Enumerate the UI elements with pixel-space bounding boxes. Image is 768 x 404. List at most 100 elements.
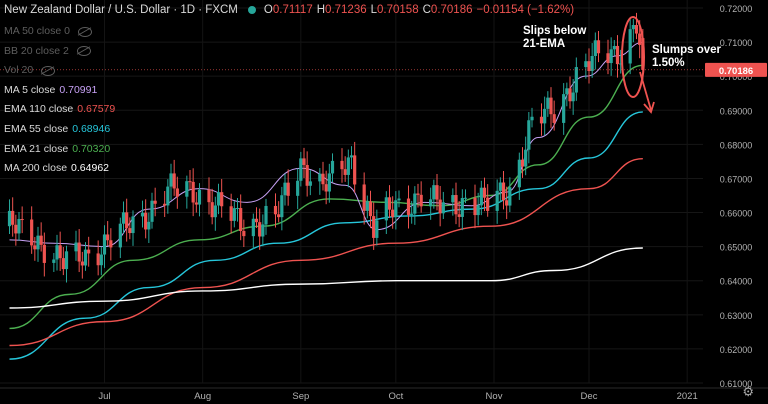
candle-body	[296, 180, 300, 196]
ohlc-low: L0.70158	[370, 4, 419, 16]
candle-body	[419, 194, 423, 207]
candle-body	[11, 210, 15, 225]
candle-body	[463, 197, 468, 199]
candle-body	[435, 185, 439, 200]
candle-body	[476, 205, 480, 216]
candle-body	[460, 197, 464, 217]
y-tick-label: 0.65000	[720, 243, 753, 253]
candle-body	[277, 214, 281, 218]
ema110-value: 0.67579	[77, 103, 116, 116]
candle-body	[498, 182, 502, 191]
candle-body	[39, 235, 43, 245]
candle-body	[308, 181, 312, 186]
eye-hidden-icon[interactable]	[77, 26, 92, 37]
candle-body	[574, 67, 578, 93]
candle-body	[451, 195, 455, 203]
candle-body	[210, 202, 214, 218]
x-tick-label: Sep	[292, 391, 309, 402]
candle-body	[273, 205, 278, 215]
candle-body	[524, 149, 528, 167]
y-tick-label: 0.68000	[720, 140, 753, 150]
candle-body	[140, 212, 145, 217]
candle-body	[340, 160, 344, 170]
time-axis[interactable]: Jul Aug Sep Oct Nov Dec 2021	[0, 387, 768, 402]
legend-row-ema110[interactable]: EMA 110 close 0.67579	[4, 100, 115, 120]
y-tick-label: 0.63000	[720, 311, 753, 321]
candle-body	[609, 49, 613, 64]
candle-body	[539, 116, 544, 124]
candle-body	[74, 242, 78, 252]
market-status-dot	[247, 6, 256, 14]
candle-body	[64, 251, 69, 270]
candle-body	[413, 193, 417, 214]
x-tick-label: Dec	[581, 391, 598, 402]
candle-body	[33, 245, 37, 250]
legend-row-ema55[interactable]: EMA 55 close 0.68946	[4, 120, 115, 140]
candle-body	[239, 208, 243, 232]
legend-row-vol20[interactable]: Vol 20	[4, 61, 115, 81]
candle-body	[590, 56, 594, 72]
candle-body	[175, 188, 179, 197]
x-tick-label: 2021	[677, 391, 698, 402]
legend-row-ma5[interactable]: MA 5 close 0.70991	[4, 81, 115, 101]
candle-body	[299, 158, 303, 181]
candle-body	[479, 187, 483, 206]
legend-row-ma50[interactable]: MA 50 close 0	[4, 22, 115, 42]
candle-body	[562, 94, 566, 123]
candle-body	[235, 208, 240, 210]
candle-body	[615, 45, 620, 65]
candle-body	[280, 195, 284, 218]
candle-body	[7, 210, 12, 227]
candle-body	[441, 202, 445, 214]
legend-row-ema21[interactable]: EMA 21 close 0.70320	[4, 140, 115, 160]
candle-body	[251, 218, 255, 237]
candle-body	[83, 249, 88, 266]
candle-body	[99, 254, 103, 266]
candle-body	[197, 189, 202, 205]
x-tick-label: Nov	[486, 391, 503, 402]
candle-body	[457, 214, 461, 217]
candle-body	[283, 182, 287, 196]
candle-body	[58, 245, 62, 259]
candle-body	[106, 234, 110, 241]
candle-body	[14, 224, 18, 234]
annotation-slips-below: Slips below 21-EMA	[523, 25, 587, 50]
symbol-title: New Zealand Dollar / U.S. Dollar · 1D · …	[4, 4, 238, 16]
eye-hidden-icon[interactable]	[76, 46, 91, 57]
candle-body	[191, 181, 195, 203]
candle-body	[368, 201, 373, 217]
legend-row-bb20[interactable]: BB 20 close 2	[4, 42, 115, 62]
candle-body	[261, 224, 265, 237]
legend-row-ma200[interactable]: MA 200 close 0.64962	[4, 159, 115, 179]
candle-body	[596, 40, 601, 54]
y-tick-label: 0.66000	[720, 209, 753, 219]
candle-body	[163, 203, 167, 206]
candle-body	[508, 187, 512, 206]
settings-gear-icon[interactable]: ⚙	[742, 384, 754, 400]
candle-body	[324, 184, 328, 192]
candle-body	[128, 228, 132, 234]
last-price-label: 0.70186	[719, 66, 753, 77]
candle-body	[638, 33, 642, 45]
candle-body	[530, 116, 534, 121]
candle-body	[606, 53, 610, 64]
candle-body	[52, 259, 56, 263]
candle-body	[631, 25, 635, 30]
candle-body	[169, 173, 173, 187]
candle-body	[188, 181, 192, 183]
candle-body	[372, 216, 376, 238]
candle-body	[102, 234, 107, 255]
candle-body	[131, 216, 135, 234]
candle-body	[220, 192, 224, 207]
ma5-value: 0.70991	[59, 83, 98, 96]
candle-body	[391, 209, 395, 218]
candle-body	[17, 219, 21, 234]
candle-body	[375, 220, 379, 238]
candle-body	[454, 195, 458, 215]
candle-body	[87, 249, 91, 254]
candle-body	[473, 197, 477, 216]
eye-hidden-icon[interactable]	[41, 65, 56, 76]
candle-body	[565, 88, 569, 95]
candle-body	[55, 245, 59, 260]
candle-body	[634, 25, 639, 34]
